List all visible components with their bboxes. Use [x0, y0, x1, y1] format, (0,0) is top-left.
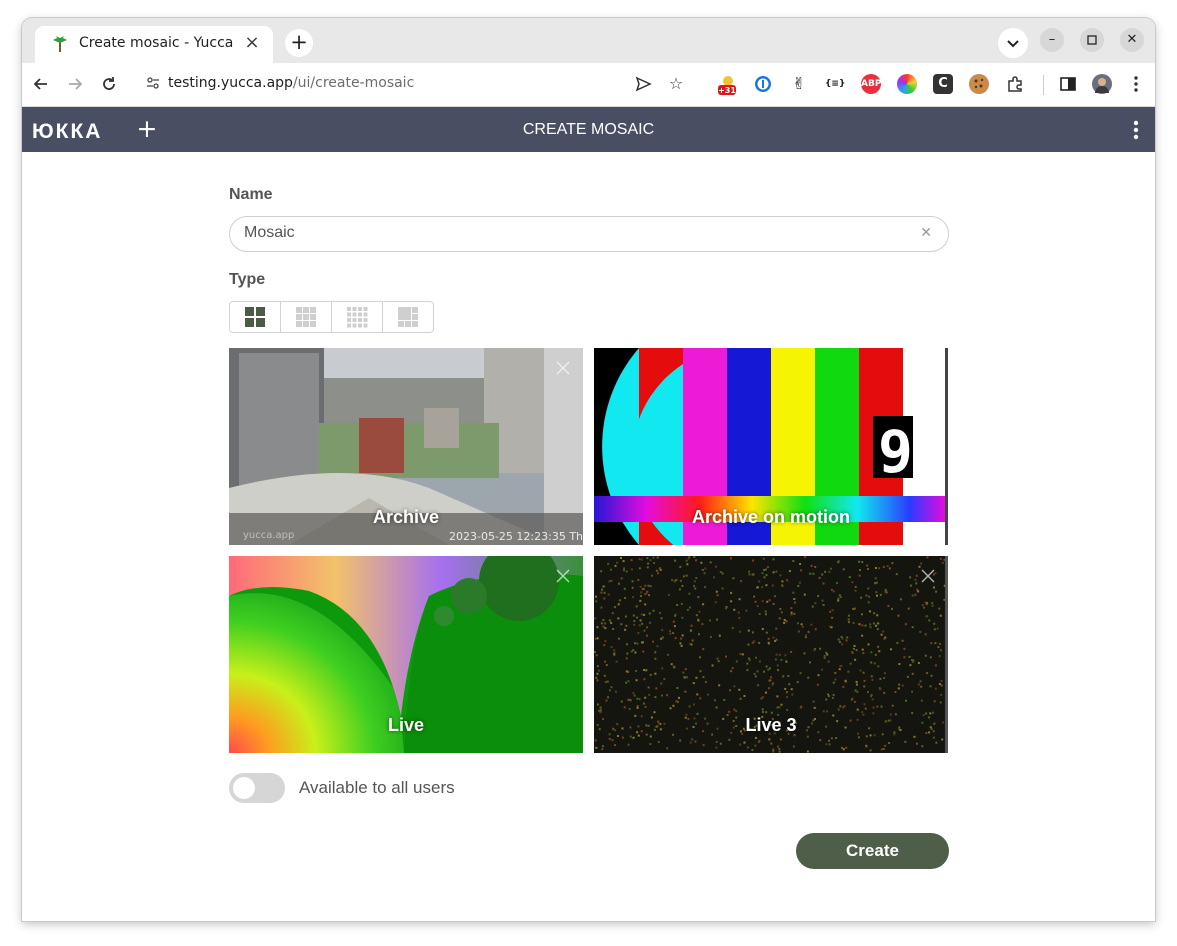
puzzle-gnome-icon[interactable]: ✌ — [789, 74, 809, 94]
mosaic-cell-live-3[interactable]: Live 3 — [594, 556, 948, 753]
type-2x2-button[interactable] — [230, 302, 281, 332]
camera-label-archive-on-motion: Archive on motion — [691, 507, 850, 527]
chevron-down-icon — [1007, 40, 1019, 48]
motion-counter: 9 — [878, 418, 913, 486]
archive-watermark: yucca.app — [243, 530, 294, 541]
c-extension-icon[interactable]: C — [933, 74, 953, 94]
grid-2x2-icon — [245, 307, 265, 327]
tab-search-button[interactable] — [998, 28, 1028, 58]
camera-label-live-3: Live 3 — [745, 715, 797, 735]
side-panel-icon[interactable] — [1058, 74, 1078, 94]
name-input[interactable] — [244, 224, 904, 242]
forward-button[interactable] — [63, 72, 87, 96]
profile-avatar[interactable] — [1092, 74, 1112, 94]
camera-label-live: Live — [387, 715, 425, 735]
url-path: /ui/create-mosaic — [292, 75, 415, 91]
badge-count: +31 — [718, 86, 736, 95]
type-4x4-button[interactable] — [332, 302, 383, 332]
mosaic-cell-live[interactable]: Live — [229, 556, 583, 753]
back-arrow-icon — [33, 78, 47, 90]
available-to-all-toggle[interactable] — [229, 773, 285, 803]
close-icon[interactable] — [555, 360, 571, 376]
page-title: CREATE MOSAIC — [522, 121, 655, 138]
archive-timestamp: 2023-05-25 12:23:35 Thu — [449, 530, 583, 543]
tab-title: Create mosaic - Yucca — [79, 35, 234, 51]
url-host: testing.yucca.app — [168, 75, 293, 91]
grid-4x4-icon — [347, 307, 368, 328]
toggle-label: Available to all users — [299, 778, 455, 797]
reload-icon — [103, 77, 115, 90]
reload-button[interactable] — [97, 72, 121, 96]
back-button[interactable] — [29, 72, 53, 96]
calendar-badge-icon[interactable]: +31 — [716, 74, 736, 95]
clear-input-icon[interactable]: ✕ — [920, 225, 932, 241]
grid-1plus5-icon — [398, 307, 418, 327]
minimize-button[interactable]: – — [1040, 28, 1064, 52]
type-selector — [229, 301, 434, 333]
forward-arrow-icon — [69, 78, 83, 90]
browser-toolbar: testing.yucca.app/ui/create-mosaic ☆ +31… — [22, 63, 1155, 107]
close-tab-icon[interactable]: × — [241, 32, 263, 54]
mosaic-grid: 2023-05-25 12:23:35 Thu yucca.app Archiv… — [229, 348, 949, 753]
type-label: Type — [229, 271, 266, 288]
mosaic-cell-archive[interactable]: 2023-05-25 12:23:35 Thu yucca.app Archiv… — [229, 348, 583, 545]
extensions-puzzle-icon[interactable] — [1005, 74, 1025, 94]
app-header: ЮККА + CREATE MOSAIC — [22, 107, 1155, 152]
type-1plus5-button[interactable] — [383, 302, 433, 332]
url-text[interactable]: testing.yucca.app/ui/create-mosaic — [168, 75, 414, 91]
bookmark-star-icon[interactable]: ☆ — [666, 74, 686, 94]
maximize-icon — [1087, 35, 1097, 45]
name-label: Name — [229, 186, 273, 203]
cookie-icon[interactable] — [969, 74, 989, 94]
address-bar[interactable]: testing.yucca.app/ui/create-mosaic ☆ — [135, 66, 700, 102]
palm-tree-icon — [53, 36, 67, 52]
more-vert-icon[interactable] — [1131, 119, 1141, 141]
mosaic-cell-archive-on-motion[interactable]: 9 Archive on motion — [594, 348, 948, 545]
type-3x3-button[interactable] — [281, 302, 332, 332]
new-tab-button[interactable]: + — [285, 29, 313, 57]
camera-label-archive: Archive — [372, 507, 440, 527]
name-field[interactable]: ✕ — [229, 216, 949, 252]
tab-strip: Create mosaic - Yucca × + – ✕ — [22, 18, 1155, 63]
create-mosaic-form: Name ✕ Type — [22, 152, 1155, 921]
browser-menu-icon[interactable] — [1126, 74, 1146, 94]
site-settings-icon[interactable] — [145, 75, 161, 91]
close-icon[interactable] — [920, 568, 936, 584]
grid-3x3-icon — [296, 307, 316, 327]
toolbar-divider — [1043, 75, 1044, 95]
1password-icon[interactable] — [753, 74, 773, 94]
color-wheel-icon[interactable] — [897, 74, 917, 94]
adblock-plus-icon[interactable]: ABP — [861, 74, 881, 94]
close-icon[interactable] — [555, 568, 571, 584]
browser-tab[interactable]: Create mosaic - Yucca × — [35, 26, 273, 63]
json-icon[interactable]: {≡} — [825, 74, 845, 94]
browser-window: Create mosaic - Yucca × + – ✕ testing.yu… — [22, 18, 1155, 921]
maximize-button[interactable] — [1080, 28, 1104, 52]
create-button[interactable]: Create — [796, 833, 949, 869]
toggle-knob — [233, 777, 255, 799]
send-tab-icon[interactable] — [633, 74, 653, 94]
close-window-button[interactable]: ✕ — [1120, 28, 1144, 52]
